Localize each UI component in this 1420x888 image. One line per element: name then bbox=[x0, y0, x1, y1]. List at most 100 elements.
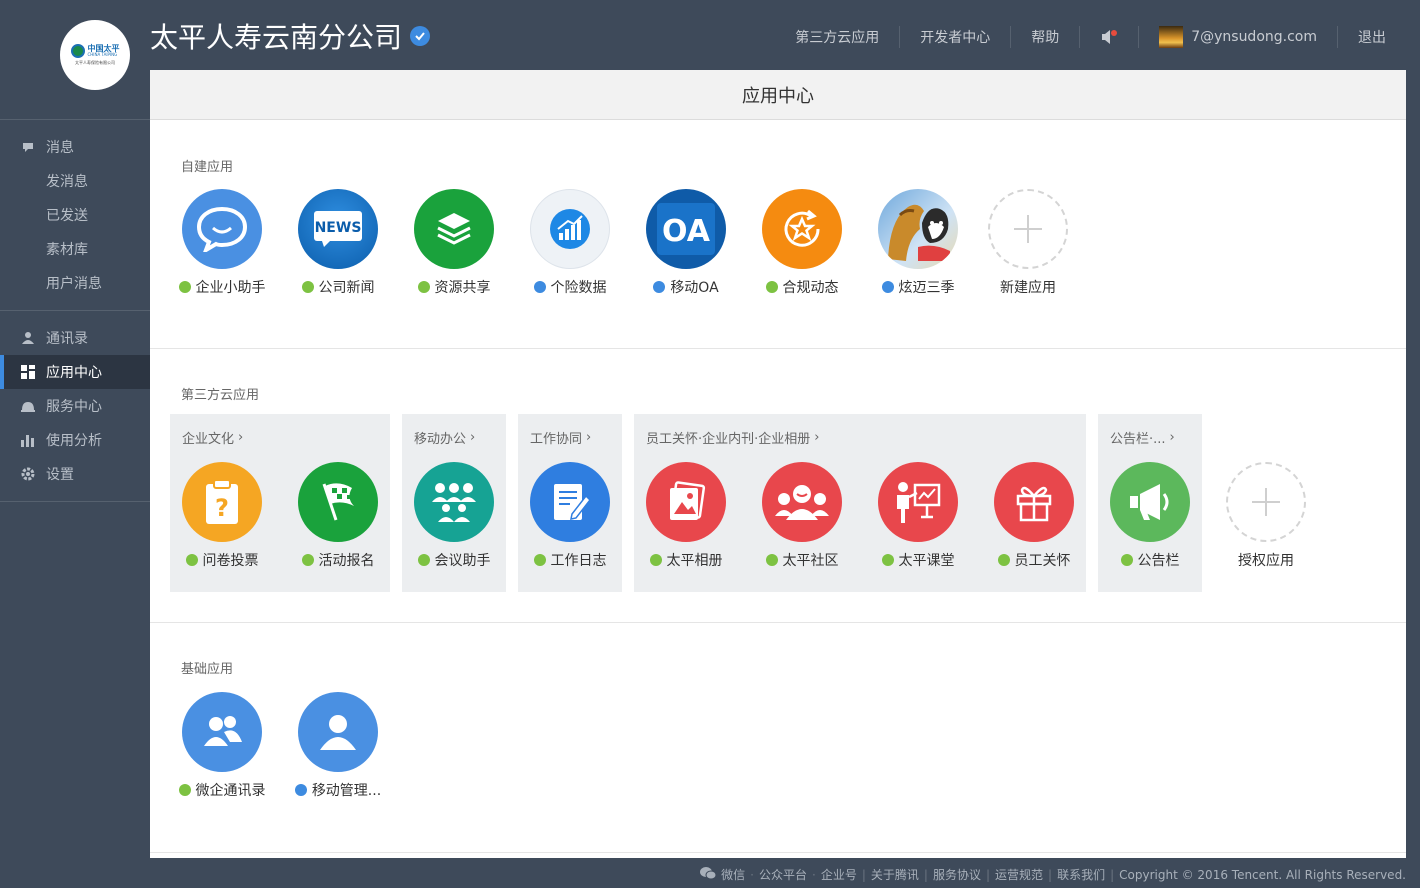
footer-link-operation-rules[interactable]: 运营规范 bbox=[995, 866, 1043, 883]
checkered-flag-icon bbox=[298, 462, 378, 542]
company-name: 太平人寿云南分公司 bbox=[150, 21, 403, 54]
message-app-badge-icon bbox=[649, 554, 662, 566]
app-label: 问卷投票 bbox=[202, 553, 259, 569]
home-badge-icon bbox=[533, 281, 546, 293]
app-company-news[interactable]: NEWS 公司新闻 bbox=[280, 189, 396, 297]
app-taiping-album[interactable]: 太平相册 bbox=[628, 462, 744, 570]
chevron-right-icon: › bbox=[586, 430, 592, 445]
create-app-button[interactable]: 新建应用 bbox=[970, 189, 1086, 297]
sidebar-item-materials[interactable]: 素材库 bbox=[0, 232, 150, 266]
nav-third-party-apps[interactable]: 第三方云应用 bbox=[775, 26, 901, 48]
app-survey-vote[interactable]: ? 问卷投票 bbox=[164, 462, 280, 570]
top-nav: 第三方云应用 开发者中心 帮助 7@ynsudong.com 退出 bbox=[775, 26, 1400, 48]
app-compliance-news[interactable]: 合规动态 bbox=[744, 189, 860, 297]
notification-speaker-button[interactable] bbox=[1080, 26, 1140, 48]
app-work-log[interactable]: 工作日志 bbox=[512, 462, 628, 570]
sidebar-item-settings[interactable]: 设置 bbox=[0, 457, 150, 491]
footer-link-enterprise-account[interactable]: 企业号 bbox=[821, 866, 857, 883]
app-individual-insurance-data[interactable]: 个险数据 bbox=[512, 189, 628, 297]
sidebar-item-sent[interactable]: 已发送 bbox=[0, 198, 150, 232]
app-label: 员工关怀 bbox=[1014, 553, 1071, 569]
plus-icon bbox=[1226, 462, 1306, 542]
app-label: 太平相册 bbox=[666, 553, 723, 569]
app-employee-care[interactable]: 员工关怀 bbox=[976, 462, 1092, 570]
sidebar-item-messages[interactable]: 消息 bbox=[0, 130, 150, 164]
message-icon bbox=[20, 139, 36, 155]
meeting-people-icon bbox=[414, 462, 494, 542]
category-title: 员工关怀·企业内刊·企业相册 bbox=[646, 432, 811, 447]
app-label: 个险数据 bbox=[550, 280, 607, 296]
app-label: 活动报名 bbox=[318, 553, 375, 569]
oa-icon: OA bbox=[646, 189, 726, 269]
footer-link-wechat[interactable]: 微信 bbox=[721, 866, 745, 883]
svg-text:OA: OA bbox=[662, 214, 711, 249]
app-contacts[interactable]: 微企通讯录 bbox=[164, 692, 280, 800]
logout-link[interactable]: 退出 bbox=[1338, 26, 1400, 48]
home-badge-icon bbox=[653, 281, 666, 293]
section-title: 自建应用 bbox=[181, 160, 234, 175]
footer-link-about-tencent[interactable]: 关于腾讯 bbox=[871, 866, 919, 883]
app-label: 微企通讯录 bbox=[195, 783, 266, 799]
sidebar-item-contacts[interactable]: 通讯录 bbox=[0, 321, 150, 355]
sidebar-main-group: 通讯录 应用中心 服务中心 使用分析 设置 bbox=[0, 311, 150, 502]
app-taiping-community[interactable]: 太平社区 bbox=[744, 462, 860, 570]
category-title: 公告栏·... bbox=[1110, 432, 1166, 447]
sidebar-item-label: 使用分析 bbox=[46, 433, 102, 449]
sidebar-item-label: 消息 bbox=[46, 140, 74, 156]
app-enterprise-assistant[interactable]: 企业小助手 bbox=[164, 189, 280, 297]
footer-link-public-platform[interactable]: 公众平台 bbox=[759, 866, 807, 883]
sidebar-item-label: 设置 bbox=[46, 467, 74, 483]
news-icon: NEWS bbox=[298, 189, 378, 269]
app-meeting-assistant[interactable]: 会议助手 bbox=[396, 462, 512, 570]
message-app-badge-icon bbox=[881, 554, 894, 566]
message-app-badge-icon bbox=[301, 554, 314, 566]
section-third-party-apps: 第三方云应用 企业文化 › 移动办公 › 工作协同 › 员工关怀·企业内刊·企业相册 ›… bbox=[150, 349, 1406, 623]
footer-link-contact-us[interactable]: 联系我们 bbox=[1057, 866, 1105, 883]
sidebar-item-service-center[interactable]: 服务中心 bbox=[0, 389, 150, 423]
app-label: 太平课堂 bbox=[898, 553, 955, 569]
nav-developer-center[interactable]: 开发者中心 bbox=[900, 26, 1012, 48]
star-refresh-icon bbox=[762, 189, 842, 269]
chat-bubble-icon bbox=[182, 189, 262, 269]
app-mobile-management[interactable]: 移动管理... bbox=[280, 692, 396, 800]
user-account[interactable]: 7@ynsudong.com bbox=[1139, 26, 1338, 48]
sidebar-item-send-message[interactable]: 发消息 bbox=[0, 164, 150, 198]
user-profile-icon bbox=[298, 692, 378, 772]
layers-icon bbox=[414, 189, 494, 269]
company-title: 太平人寿云南分公司 bbox=[150, 16, 431, 56]
user-email: 7@ynsudong.com bbox=[1191, 29, 1317, 45]
app-resource-sharing[interactable]: 资源共享 bbox=[396, 189, 512, 297]
app-label: 炫迈三季 bbox=[898, 280, 955, 296]
home-badge-icon bbox=[294, 784, 307, 796]
authorize-app-button[interactable]: 授权应用 bbox=[1208, 462, 1324, 570]
contacts-people-icon bbox=[182, 692, 262, 772]
app-xuanmai-season[interactable]: 炫迈三季 bbox=[860, 189, 976, 297]
app-bulletin-board[interactable]: 公告栏 bbox=[1092, 462, 1208, 570]
footer-link-service-agreement[interactable]: 服务协议 bbox=[933, 866, 981, 883]
document-pen-icon bbox=[530, 462, 610, 542]
question-clipboard-icon: ? bbox=[182, 462, 262, 542]
chevron-right-icon: › bbox=[1169, 430, 1175, 445]
photo-album-icon bbox=[646, 462, 726, 542]
service-bell-icon bbox=[20, 398, 36, 414]
person-icon bbox=[20, 330, 36, 346]
message-app-badge-icon bbox=[417, 554, 430, 566]
sidebar-item-app-center[interactable]: 应用中心 bbox=[0, 355, 150, 389]
nav-help[interactable]: 帮助 bbox=[1011, 26, 1081, 48]
app-taiping-classroom[interactable]: 太平课堂 bbox=[860, 462, 976, 570]
message-app-badge-icon bbox=[417, 281, 430, 293]
sidebar-item-user-messages[interactable]: 用户消息 bbox=[0, 266, 150, 300]
sidebar-item-analytics[interactable]: 使用分析 bbox=[0, 423, 150, 457]
section-title: 基础应用 bbox=[181, 662, 234, 677]
app-mobile-oa[interactable]: OA 移动OA bbox=[628, 189, 744, 297]
message-app-badge-icon bbox=[533, 554, 546, 566]
chevron-right-icon: › bbox=[470, 430, 476, 445]
section-self-built-apps: 自建应用 企业小助手 NEWS 公司新闻 资源共享 个险数据 OA 移动OA 合… bbox=[150, 120, 1406, 349]
sidebar: 消息 发消息 已发送 素材库 用户消息 通讯录 应用中心 服务中心 使用分析 设… bbox=[0, 119, 150, 502]
app-label: 太平社区 bbox=[782, 553, 839, 569]
footer-copyright: Copyright © 2016 Tencent. All Rights Res… bbox=[1119, 867, 1406, 882]
home-badge-icon bbox=[881, 281, 894, 293]
section-basic-apps: 基础应用 微企通讯录 移动管理... bbox=[150, 623, 1406, 853]
app-label: 会议助手 bbox=[434, 553, 491, 569]
app-event-signup[interactable]: 活动报名 bbox=[280, 462, 396, 570]
